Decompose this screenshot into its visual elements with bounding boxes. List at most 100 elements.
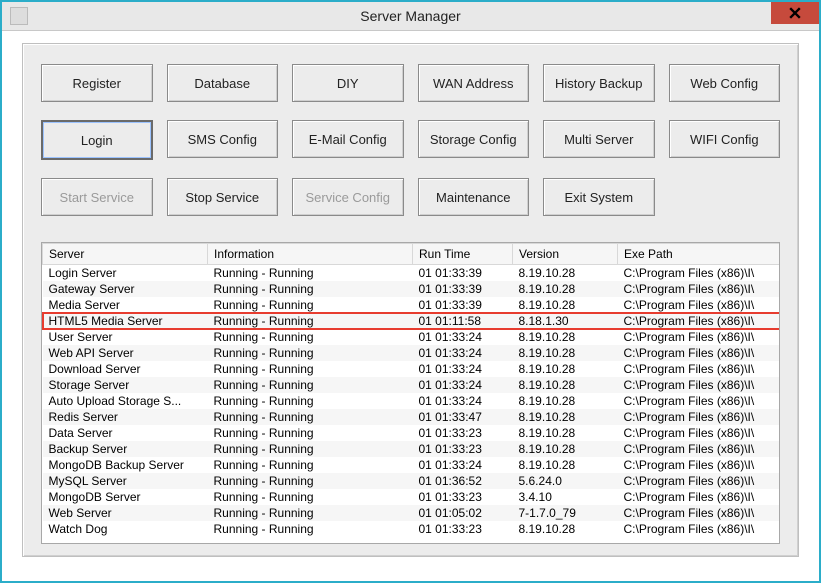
table-row[interactable]: Web API ServerRunning - Running01 01:33:… [43,345,781,361]
table-row[interactable]: Media ServerRunning - Running01 01:33:39… [43,297,781,313]
storage-config-button[interactable]: Storage Config [418,120,530,158]
web-config-button[interactable]: Web Config [669,64,781,102]
login-button[interactable]: Login [41,120,153,160]
titlebar[interactable]: Server Manager [2,2,819,31]
table-body: Login ServerRunning - Running01 01:33:39… [43,265,781,538]
cell-path: C:\Program Files (x86)\I\ [618,297,781,313]
cell-info: Running - Running [208,457,413,473]
wan-address-button[interactable]: WAN Address [418,64,530,102]
sms-config-button[interactable]: SMS Config [167,120,279,158]
service-config-button: Service Config [292,178,404,216]
window-frame: Server Manager Register Database DIY WAN Ad… [0,0,821,583]
cell-info: Running - Running [208,505,413,521]
cell-version: 8.19.10.28 [513,377,618,393]
table-row[interactable]: MySQL ServerRunning - Running01 01:36:52… [43,473,781,489]
cell-path: C:\Program Files (x86)\I\ [618,505,781,521]
cell-info: Running - Running [208,281,413,297]
table-row[interactable]: Redis ServerRunning - Running01 01:33:47… [43,409,781,425]
cell-path: C:\Program Files (x86)\I\ [618,473,781,489]
column-header[interactable]: Information [208,244,413,265]
cell-info: Running - Running [208,489,413,505]
cell-version: 8.19.10.28 [513,361,618,377]
cell-version: 8.19.10.28 [513,265,618,282]
cell-server: MongoDB Server [43,489,208,505]
cell-info: Running - Running [208,329,413,345]
table-row[interactable]: Login ServerRunning - Running01 01:33:39… [43,265,781,282]
cell-server: User Server [43,329,208,345]
cell-path: C:\Program Files (x86)\I\ [618,329,781,345]
wifi-config-button[interactable]: WIFI Config [669,120,781,158]
table-row[interactable]: Download ServerRunning - Running01 01:33… [43,361,781,377]
table-row[interactable]: Backup ServerRunning - Running01 01:33:2… [43,441,781,457]
table-row[interactable]: Data ServerRunning - Running01 01:33:238… [43,425,781,441]
cell-runtime: 01 01:33:23 [413,425,513,441]
cell-runtime: 01 01:33:24 [413,345,513,361]
column-header[interactable]: Version [513,244,618,265]
table-row[interactable]: MongoDB Backup ServerRunning - Running01… [43,457,781,473]
close-button[interactable] [771,2,819,24]
table-row[interactable]: HTML5 Media ServerRunning - Running01 01… [43,313,781,329]
cell-server: Media Server [43,297,208,313]
start-service-button: Start Service [41,178,153,216]
cell-info: Running - Running [208,473,413,489]
column-header[interactable]: Run Time [413,244,513,265]
cell-path: C:\Program Files (x86)\I\ [618,313,781,329]
cell-runtime: 01 01:33:23 [413,521,513,537]
cell-version: 8.19.10.28 [513,409,618,425]
cell-info: Running - Running [208,441,413,457]
cell-version: 8.19.10.28 [513,521,618,537]
cell-version: 8.19.10.28 [513,297,618,313]
cell-path: C:\Program Files (x86)\I\ [618,345,781,361]
cell-info: Running - Running [208,409,413,425]
column-header[interactable]: Exe Path [618,244,781,265]
email-config-button[interactable]: E-Mail Config [292,120,404,158]
multi-server-button[interactable]: Multi Server [543,120,655,158]
column-header[interactable]: Server [43,244,208,265]
table-row[interactable]: Web ServerRunning - Running01 01:05:027-… [43,505,781,521]
register-button[interactable]: Register [41,64,153,102]
server-table: ServerInformationRun TimeVersionExe Path… [42,243,780,537]
history-backup-button[interactable]: History Backup [543,64,655,102]
cell-path: C:\Program Files (x86)\I\ [618,521,781,537]
cell-runtime: 01 01:33:39 [413,297,513,313]
server-table-wrapper[interactable]: ServerInformationRun TimeVersionExe Path… [41,242,780,544]
table-row[interactable]: Auto Upload Storage S...Running - Runnin… [43,393,781,409]
database-button[interactable]: Database [167,64,279,102]
table-row[interactable]: Gateway ServerRunning - Running01 01:33:… [43,281,781,297]
cell-version: 5.6.24.0 [513,473,618,489]
table-row[interactable]: MongoDB ServerRunning - Running01 01:33:… [43,489,781,505]
cell-info: Running - Running [208,265,413,282]
cell-server: HTML5 Media Server [43,313,208,329]
cell-path: C:\Program Files (x86)\I\ [618,393,781,409]
cell-path: C:\Program Files (x86)\I\ [618,441,781,457]
cell-version: 8.19.10.28 [513,281,618,297]
cell-version: 3.4.10 [513,489,618,505]
cell-info: Running - Running [208,297,413,313]
table-row[interactable]: Storage ServerRunning - Running01 01:33:… [43,377,781,393]
cell-runtime: 01 01:33:24 [413,377,513,393]
cell-runtime: 01 01:36:52 [413,473,513,489]
cell-server: Login Server [43,265,208,282]
stop-service-button[interactable]: Stop Service [167,178,279,216]
diy-button[interactable]: DIY [292,64,404,102]
cell-runtime: 01 01:33:23 [413,489,513,505]
cell-info: Running - Running [208,377,413,393]
cell-path: C:\Program Files (x86)\I\ [618,409,781,425]
exit-system-button[interactable]: Exit System [543,178,655,216]
cell-server: Auto Upload Storage S... [43,393,208,409]
cell-runtime: 01 01:11:58 [413,313,513,329]
cell-runtime: 01 01:33:39 [413,265,513,282]
table-row[interactable]: User ServerRunning - Running01 01:33:248… [43,329,781,345]
table-row[interactable]: Watch DogRunning - Running01 01:33:238.1… [43,521,781,537]
cell-runtime: 01 01:33:39 [413,281,513,297]
cell-runtime: 01 01:33:47 [413,409,513,425]
cell-runtime: 01 01:33:24 [413,457,513,473]
cell-path: C:\Program Files (x86)\I\ [618,377,781,393]
cell-server: Backup Server [43,441,208,457]
cell-server: Storage Server [43,377,208,393]
maintenance-button[interactable]: Maintenance [418,178,530,216]
cell-info: Running - Running [208,345,413,361]
cell-server: MongoDB Backup Server [43,457,208,473]
cell-version: 8.18.1.30 [513,313,618,329]
cell-path: C:\Program Files (x86)\I\ [618,281,781,297]
